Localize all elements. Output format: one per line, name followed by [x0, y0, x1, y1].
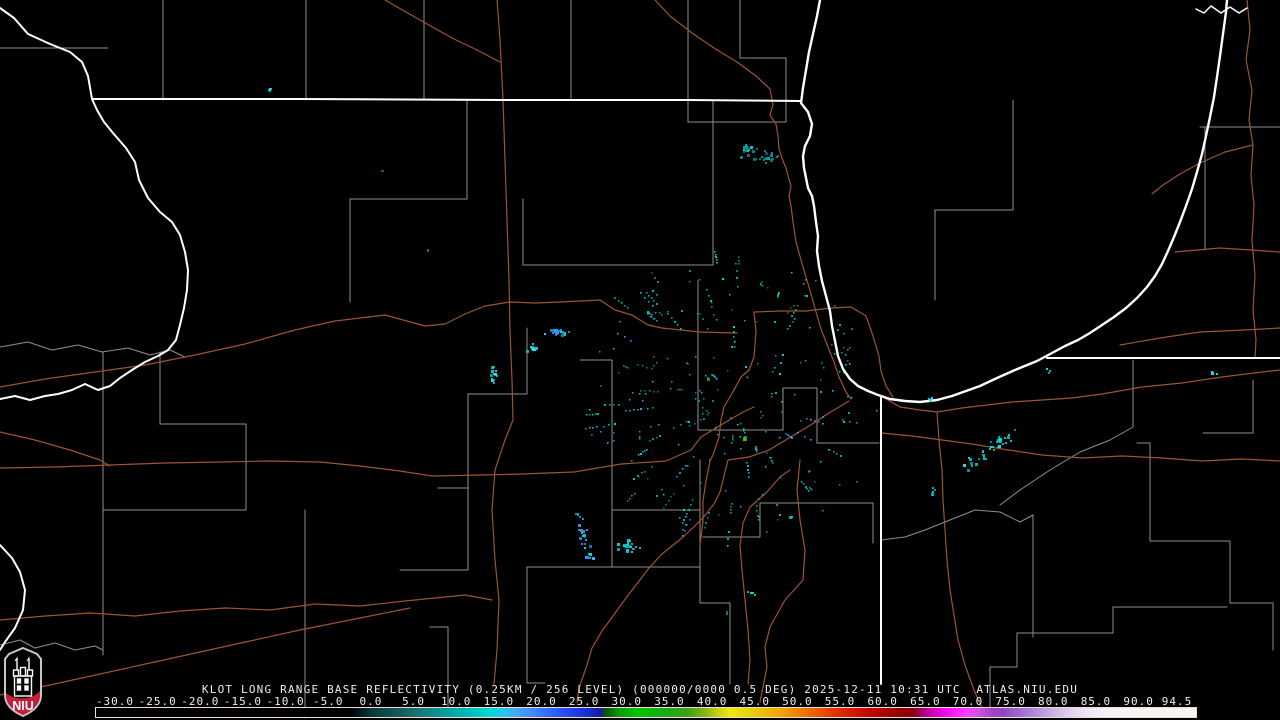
- colorbar-tick: 94.5: [1161, 695, 1193, 708]
- colorbar-tick: 85.0: [1080, 695, 1112, 708]
- colorbar-tick: -30.0: [95, 695, 135, 708]
- colorbar-tick: 15.0: [483, 695, 515, 708]
- reflectivity-colorbar: [95, 707, 1197, 718]
- colorbar-tick: 0.0: [359, 695, 383, 708]
- colorbar-tick: 90.0: [1123, 695, 1154, 708]
- niu-logo: NIU: [4, 646, 42, 718]
- radar-map: [0, 0, 1280, 719]
- radar-viewer: KLOT LONG RANGE BASE REFLECTIVITY (0.25K…: [0, 0, 1280, 720]
- colorbar-tick: 60.0: [867, 695, 898, 708]
- colorbar-tick: 65.0: [910, 695, 941, 708]
- colorbar-tick: 5.0: [402, 695, 425, 708]
- colorbar-tick: 20.0: [526, 695, 557, 708]
- colorbar-tick-labels: -30.0 -25.0 -20.0 -15.0 -10.0 -5.0 0.0 5.0 10.0 1…: [0, 696, 1280, 707]
- colorbar-tick: -25.0: [138, 695, 177, 708]
- state-borders-layer: [0, 0, 1280, 685]
- colorbar-tick: 10.0: [440, 695, 472, 708]
- radar-echoes-layer: [268, 88, 1218, 615]
- colorbar-tick: 30.0: [611, 695, 643, 708]
- colorbar-tick: 70.0: [952, 695, 984, 708]
- colorbar-tick: 80.0: [1038, 695, 1069, 708]
- colorbar-tick: -20.0: [181, 695, 220, 708]
- colorbar-tick: 55.0: [824, 695, 856, 708]
- colorbar-tick: 25.0: [568, 695, 600, 708]
- colorbar-tick: 40.0: [696, 695, 728, 708]
- colorbar-tick: -10.0: [266, 695, 305, 708]
- niu-logo-text: NIU: [12, 699, 34, 713]
- colorbar-tick: 75.0: [995, 695, 1026, 708]
- colorbar-tick: -15.0: [223, 695, 262, 708]
- colorbar-tick: 45.0: [739, 695, 770, 708]
- colorbar-tick: 35.0: [654, 695, 685, 708]
- colorbar-tick: -5.0: [313, 695, 344, 708]
- colorbar-tick: 50.0: [782, 695, 813, 708]
